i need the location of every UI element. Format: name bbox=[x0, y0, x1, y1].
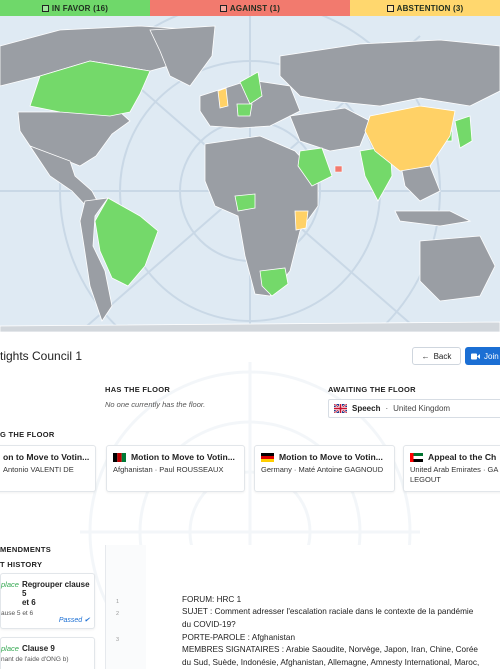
join-button-label: Join bbox=[484, 351, 499, 361]
document-line: du COVID-19? bbox=[182, 620, 236, 629]
amendment-card[interactable]: place Clause 9 nant de l'aide d'ONG b) bbox=[0, 637, 95, 669]
document-line: SUJET : Comment adresser l'escalation ra… bbox=[182, 607, 474, 616]
document-line: MEMBRES SIGNATAIRES : Arabie Saoudite, N… bbox=[182, 645, 478, 654]
amendment-history-heading: T HISTORY bbox=[0, 560, 43, 569]
amendment-status: Passed ✔ bbox=[59, 616, 90, 624]
floor-request-subtitle: Antonio VALENTI DE bbox=[3, 465, 74, 474]
world-vote-map bbox=[0, 16, 500, 332]
against-label: AGAINST (1) bbox=[229, 3, 281, 13]
country-uae bbox=[334, 165, 343, 173]
abstention-label: ABSTENTION (3) bbox=[396, 3, 464, 13]
line-number-gutter bbox=[106, 545, 146, 669]
country-uk bbox=[217, 87, 229, 109]
world-map-svg bbox=[0, 16, 500, 332]
arrow-left-icon: ← bbox=[421, 351, 430, 361]
floor-request-card[interactable]: Motion to Move to Votin... Germany · Mat… bbox=[254, 445, 395, 492]
join-button[interactable]: Join bbox=[465, 347, 500, 365]
has-floor-empty-text: No one currently has the floor. bbox=[105, 400, 206, 409]
line-number: 2 bbox=[116, 611, 120, 617]
vote-tally-bar: IN FAVOR (16) AGAINST (1) ABSTENTION (3) bbox=[0, 0, 500, 16]
uk-flag-icon bbox=[334, 404, 347, 413]
floor-request-subtitle: Afghanistan · Paul ROUSSEAUX bbox=[113, 465, 224, 474]
line-number: 1 bbox=[116, 599, 120, 605]
document-line: du Sud, Suède, Indonésie, Afghanistan, A… bbox=[182, 658, 480, 667]
floor-request-title: Motion to Move to Votin... bbox=[131, 452, 235, 462]
amendment-name-line2: et 6 bbox=[21, 598, 36, 607]
awaiting-separator: · bbox=[385, 404, 389, 413]
in-favor-checkbox[interactable] bbox=[41, 4, 49, 12]
floor-request-card[interactable]: Appeal to the Ch United Arab Emirates · … bbox=[403, 445, 500, 492]
germany-flag-icon bbox=[261, 452, 274, 462]
country-nigeria bbox=[234, 193, 256, 212]
in-favor-label: IN FAVOR (16) bbox=[51, 3, 109, 13]
floor-request-subtitle: Germany · Maté Antoine GAGNOUD bbox=[261, 465, 384, 474]
amendment-name: Regrouper clause 5 bbox=[21, 580, 90, 598]
floor-request-subtitle: United Arab Emirates · GA bbox=[410, 465, 499, 474]
against-countries bbox=[334, 165, 343, 173]
uae-flag-icon bbox=[410, 452, 423, 462]
line-number: 3 bbox=[116, 637, 120, 643]
floor-request-title: Appeal to the Ch bbox=[428, 452, 497, 462]
checkmark-icon: ✔ bbox=[84, 617, 90, 624]
video-camera-icon bbox=[471, 353, 480, 359]
awaiting-floor-card[interactable]: Speech · United Kingdom bbox=[328, 399, 500, 418]
floor-request-title: on to Move to Votin... bbox=[3, 452, 90, 462]
afghanistan-flag-icon bbox=[113, 452, 126, 462]
amendment-verb: place bbox=[1, 644, 19, 653]
back-button-label: Back bbox=[433, 351, 452, 361]
country-kenya bbox=[294, 210, 309, 231]
floor-request-subtitle-line2: LEGOUT bbox=[410, 475, 441, 484]
has-floor-heading: HAS THE FLOOR bbox=[105, 385, 171, 394]
amendments-heading: MENDMENTS bbox=[0, 545, 52, 554]
back-button[interactable]: ← Back bbox=[412, 347, 461, 365]
amendment-card[interactable]: place Regrouper clause 5 et 6 ause 5 et … bbox=[0, 573, 95, 629]
resolution-document[interactable]: 1 2 3 FORUM: HRC 1 SUJET : Comment adres… bbox=[105, 545, 500, 669]
amendment-verb: place bbox=[1, 580, 19, 589]
against-segment[interactable]: AGAINST (1) bbox=[150, 0, 350, 16]
document-line: FORUM: HRC 1 bbox=[182, 595, 242, 604]
awaiting-delegation: United Kingdom bbox=[393, 404, 451, 413]
floor-request-title: Motion to Move to Votin... bbox=[279, 452, 383, 462]
abstention-segment[interactable]: ABSTENTION (3) bbox=[350, 0, 500, 16]
in-favor-segment[interactable]: IN FAVOR (16) bbox=[0, 0, 150, 16]
document-line: PORTE-PAROLE : Afghanistan bbox=[182, 633, 296, 642]
amendment-status-label: Passed bbox=[58, 617, 83, 624]
asking-floor-heading: G THE FLOOR bbox=[0, 430, 55, 439]
country-germany bbox=[236, 103, 253, 117]
country-japan bbox=[454, 115, 473, 149]
amendment-target: nant de l'aide d'ONG b) bbox=[1, 656, 69, 663]
page-title: tights Council 1 bbox=[0, 349, 83, 363]
awaiting-floor-heading: AWAITING THE FLOOR bbox=[328, 385, 416, 394]
floor-request-card[interactable]: Motion to Move to Votin... Afghanistan ·… bbox=[106, 445, 245, 492]
against-checkbox[interactable] bbox=[219, 4, 227, 12]
abstention-checkbox[interactable] bbox=[386, 4, 394, 12]
amendment-name: Clause 9 bbox=[21, 644, 55, 653]
awaiting-type: Speech bbox=[352, 404, 381, 413]
floor-request-card[interactable]: on to Move to Votin... Antonio VALENTI D… bbox=[0, 445, 96, 492]
